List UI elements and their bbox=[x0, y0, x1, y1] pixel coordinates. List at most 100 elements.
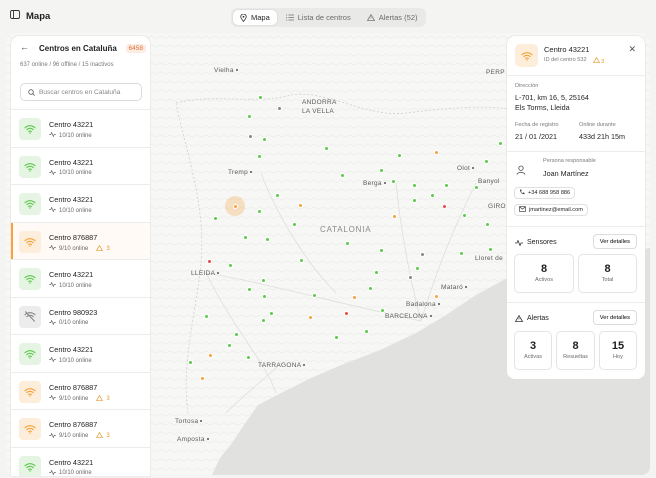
close-icon[interactable]: ✕ bbox=[628, 44, 636, 55]
sensors-details-button[interactable]: Ver detalles bbox=[592, 234, 637, 249]
map-marker-warning[interactable] bbox=[208, 353, 213, 358]
detail-subtitle: ID del centro 532 3 bbox=[544, 56, 605, 65]
map-marker-online[interactable] bbox=[262, 137, 267, 142]
map-marker-online[interactable] bbox=[345, 241, 350, 246]
center-list-item[interactable]: Centro 876887 9/10 online 3 bbox=[11, 221, 150, 259]
map-marker-online[interactable] bbox=[213, 216, 218, 221]
tab-list[interactable]: Lista de centros bbox=[279, 10, 358, 25]
center-detail-panel: Centro 43221 ID del centro 532 3 ✕ Direc… bbox=[507, 36, 645, 379]
map-marker-warning[interactable] bbox=[308, 315, 313, 320]
map-marker-online[interactable] bbox=[462, 213, 467, 218]
map-marker-online[interactable] bbox=[334, 335, 339, 340]
map-marker-online[interactable] bbox=[261, 278, 266, 283]
phone-chip[interactable]: +34 688 958 886 bbox=[514, 187, 576, 199]
map-marker-online[interactable] bbox=[204, 314, 209, 319]
map-marker-online[interactable] bbox=[246, 355, 251, 360]
map-marker-online[interactable] bbox=[275, 193, 280, 198]
map-marker-online[interactable] bbox=[484, 159, 489, 164]
map-marker-online[interactable] bbox=[247, 114, 252, 119]
alert-indicator: 3 bbox=[96, 431, 110, 440]
map-marker-warning[interactable] bbox=[200, 376, 205, 381]
map-marker-online[interactable] bbox=[368, 286, 373, 291]
center-list-item[interactable]: Centro 43221 10/10 online bbox=[11, 146, 150, 185]
sensors-total-card: 8 Total bbox=[578, 254, 637, 293]
center-list-item[interactable]: Centro 876887 9/10 online 3 bbox=[11, 409, 150, 447]
map-marker-online[interactable] bbox=[397, 153, 402, 158]
map-marker-online[interactable] bbox=[412, 183, 417, 188]
map-marker-online[interactable] bbox=[364, 329, 369, 334]
map-marker-warning-selected[interactable] bbox=[233, 204, 238, 209]
map-marker-online[interactable] bbox=[312, 293, 317, 298]
map-marker-online[interactable] bbox=[430, 193, 435, 198]
alerts-details-button[interactable]: Ver detalles bbox=[592, 310, 637, 325]
map-marker-online[interactable] bbox=[234, 332, 239, 337]
map-marker-warning[interactable] bbox=[392, 214, 397, 219]
alert-count: 3 bbox=[601, 59, 605, 65]
map-marker-online[interactable] bbox=[292, 222, 297, 227]
tab-alerts[interactable]: Alertas (52) bbox=[360, 10, 425, 25]
map-marker-error[interactable] bbox=[442, 204, 447, 209]
center-list-item[interactable]: Centro 876887 9/10 online 3 bbox=[11, 371, 150, 410]
map-marker-online[interactable] bbox=[444, 183, 449, 188]
map-marker-online[interactable] bbox=[262, 294, 267, 299]
map-marker-online[interactable] bbox=[380, 308, 385, 313]
map-marker-online[interactable] bbox=[391, 179, 396, 184]
center-list-item[interactable]: Centro 43221 10/10 online bbox=[11, 259, 150, 297]
map-marker-warning[interactable] bbox=[352, 295, 357, 300]
map-marker-online[interactable] bbox=[243, 235, 248, 240]
map-marker-online[interactable] bbox=[474, 185, 479, 190]
map-marker-online[interactable] bbox=[498, 141, 503, 146]
detail-title: Centro 43221 bbox=[544, 45, 590, 54]
map-marker-online[interactable] bbox=[261, 318, 266, 323]
person-icon bbox=[516, 162, 526, 180]
map-marker-online[interactable] bbox=[258, 95, 263, 100]
map-marker-online[interactable] bbox=[379, 168, 384, 173]
sidebar-toggle-icon[interactable] bbox=[10, 10, 20, 22]
center-list-item[interactable]: Centro 980923 0/10 online bbox=[11, 296, 150, 335]
map-marker-offline[interactable] bbox=[408, 275, 413, 280]
map-marker-online[interactable] bbox=[227, 343, 232, 348]
map-marker-online[interactable] bbox=[485, 222, 490, 227]
email-chip[interactable]: jmartinez@email.com bbox=[514, 204, 588, 216]
map-marker-offline[interactable] bbox=[277, 106, 282, 111]
map-marker-online[interactable] bbox=[188, 360, 193, 365]
map-marker-warning[interactable] bbox=[434, 150, 439, 155]
map-marker-error[interactable] bbox=[207, 259, 212, 264]
map-marker-offline[interactable] bbox=[420, 252, 425, 257]
map-marker-online[interactable] bbox=[412, 198, 417, 203]
map-marker-online[interactable] bbox=[324, 146, 329, 151]
center-list-item[interactable]: Centro 43221 10/10 online bbox=[11, 334, 150, 372]
center-list-item[interactable]: Centro 43221 10/10 online bbox=[11, 109, 150, 147]
map-marker-online[interactable] bbox=[247, 287, 252, 292]
map-marker-online[interactable] bbox=[257, 209, 262, 214]
map-marker-online[interactable] bbox=[299, 258, 304, 263]
back-arrow-icon[interactable]: ← bbox=[20, 42, 29, 52]
map-marker-online[interactable] bbox=[379, 248, 384, 253]
address-line1: L-701, km 16, 5, 25164 bbox=[515, 93, 589, 102]
centers-sidebar: ← Centros en Cataluña 6458 637 online / … bbox=[11, 36, 150, 476]
map-marker-online[interactable] bbox=[459, 251, 464, 256]
app-title: Mapa bbox=[10, 10, 50, 22]
address-label: Dirección bbox=[515, 83, 539, 89]
alerts-today-card: 15 Hoy bbox=[599, 331, 637, 370]
tab-label: Alertas (52) bbox=[378, 13, 418, 22]
map-marker-offline[interactable] bbox=[248, 134, 253, 139]
center-list-item[interactable]: Centro 43221 10/10 online bbox=[11, 184, 150, 222]
map-marker-online[interactable] bbox=[257, 154, 262, 159]
wifi-icon bbox=[19, 118, 41, 140]
map-marker-online[interactable] bbox=[488, 247, 493, 252]
map-marker-error[interactable] bbox=[344, 311, 349, 316]
search-input[interactable] bbox=[39, 88, 139, 96]
map-marker-warning[interactable] bbox=[434, 294, 439, 299]
map-marker-online[interactable] bbox=[340, 173, 345, 178]
map-marker-online[interactable] bbox=[415, 266, 420, 271]
map-marker-online[interactable] bbox=[374, 270, 379, 275]
online-duration-value: 433d 21h 15m bbox=[579, 132, 625, 141]
map-marker-warning[interactable] bbox=[298, 203, 303, 208]
map-marker-online[interactable] bbox=[269, 311, 274, 316]
map-marker-online[interactable] bbox=[228, 263, 233, 268]
online-count: 0/10 online bbox=[59, 320, 89, 326]
tab-map[interactable]: Mapa bbox=[233, 10, 277, 25]
center-list-item[interactable]: Centro 43221 10/10 online bbox=[11, 446, 150, 476]
map-marker-online[interactable] bbox=[265, 237, 270, 242]
